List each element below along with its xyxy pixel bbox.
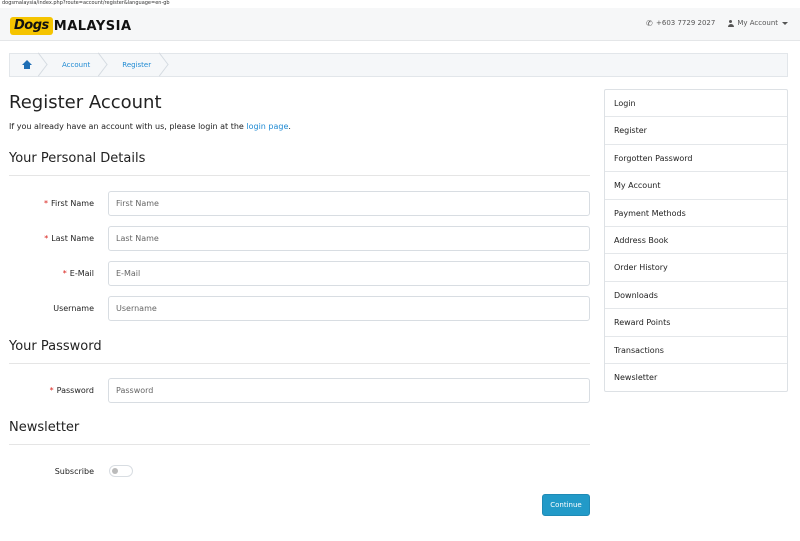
intro-suffix: . xyxy=(288,122,291,131)
firstname-label: * First Name xyxy=(44,191,94,216)
sidebar-item-newsletter[interactable]: Newsletter xyxy=(605,364,787,391)
firstname-label-text: First Name xyxy=(51,199,94,208)
phone-link[interactable]: ✆ +603 7729 2027 xyxy=(646,19,715,27)
lastname-row: * Last Name xyxy=(9,226,590,251)
sidebar-item-register[interactable]: Register xyxy=(605,117,787,145)
password-input[interactable] xyxy=(108,378,590,403)
section-personal-details: Your Personal Details xyxy=(9,151,590,176)
sidebar-item-reward-points[interactable]: Reward Points xyxy=(605,309,787,337)
sidebar-item-order-history[interactable]: Order History xyxy=(605,254,787,282)
login-page-link[interactable]: login page xyxy=(246,122,288,131)
password-label: * Password xyxy=(50,378,94,403)
logo-text: MALAYSIA xyxy=(53,18,132,34)
phone-number: +603 7729 2027 xyxy=(656,19,716,27)
sidebar-item-forgotten-password[interactable]: Forgotten Password xyxy=(605,145,787,173)
lastname-label-text: Last Name xyxy=(51,234,94,243)
required-mark: * xyxy=(44,199,49,208)
subscribe-label: Subscribe xyxy=(54,467,94,476)
username-input[interactable] xyxy=(108,296,590,321)
site-logo[interactable]: Dogs MALAYSIA xyxy=(10,17,132,35)
sidebar-item-downloads[interactable]: Downloads xyxy=(605,282,787,310)
subscribe-toggle[interactable] xyxy=(109,465,133,477)
required-mark: * xyxy=(44,234,49,243)
intro-prefix: If you already have an account with us, … xyxy=(9,122,247,131)
section-newsletter: Newsletter xyxy=(9,420,590,445)
phone-icon: ✆ xyxy=(646,18,653,28)
username-label: Username xyxy=(53,304,94,313)
breadcrumb: Account Register xyxy=(9,53,788,77)
email-label: * E-Mail xyxy=(63,261,94,286)
lastname-label: * Last Name xyxy=(44,226,94,251)
sidebar-item-login[interactable]: Login xyxy=(605,90,787,118)
breadcrumb-home[interactable] xyxy=(10,54,44,76)
account-sidebar: Login Register Forgotten Password My Acc… xyxy=(604,89,788,393)
caret-down-icon xyxy=(782,21,788,25)
password-label-text: Password xyxy=(56,386,94,395)
top-links: ✆ +603 7729 2027 My Account xyxy=(646,19,788,27)
section-your-password: Your Password xyxy=(9,339,590,364)
email-label-text: E-Mail xyxy=(69,269,94,278)
email-input[interactable] xyxy=(108,261,590,286)
address-bar[interactable]: dogsmalaysia/index.php?route=account/reg… xyxy=(0,0,800,6)
sidebar-item-address-book[interactable]: Address Book xyxy=(605,227,787,255)
email-row: * E-Mail xyxy=(9,261,590,286)
required-mark: * xyxy=(49,386,54,395)
required-mark: * xyxy=(62,269,67,278)
logo-badge: Dogs xyxy=(10,17,53,35)
user-icon xyxy=(727,19,734,27)
top-navbar: Dogs MALAYSIA ✆ +603 7729 2027 My Accoun… xyxy=(0,8,800,41)
sidebar-item-transactions[interactable]: Transactions xyxy=(605,337,787,364)
lastname-input[interactable] xyxy=(108,226,590,251)
my-account-dropdown[interactable]: My Account xyxy=(727,19,788,27)
firstname-row: * First Name xyxy=(9,191,590,216)
intro-text: If you already have an account with us, … xyxy=(9,122,590,131)
sidebar-item-payment-methods[interactable]: Payment Methods xyxy=(605,200,787,227)
sidebar-item-my-account[interactable]: My Account xyxy=(605,172,787,200)
page-title: Register Account xyxy=(9,92,162,113)
firstname-input[interactable] xyxy=(108,191,590,216)
subscribe-row: Subscribe xyxy=(9,459,590,484)
breadcrumb-account[interactable]: Account xyxy=(44,54,104,76)
my-account-label: My Account xyxy=(737,19,778,27)
username-row: Username xyxy=(9,296,590,321)
register-form: Register Account If you already have an … xyxy=(9,88,590,516)
password-row: * Password xyxy=(9,378,590,403)
breadcrumb-register[interactable]: Register xyxy=(104,54,165,76)
home-icon xyxy=(22,60,32,70)
continue-button[interactable]: Continue xyxy=(542,494,590,516)
